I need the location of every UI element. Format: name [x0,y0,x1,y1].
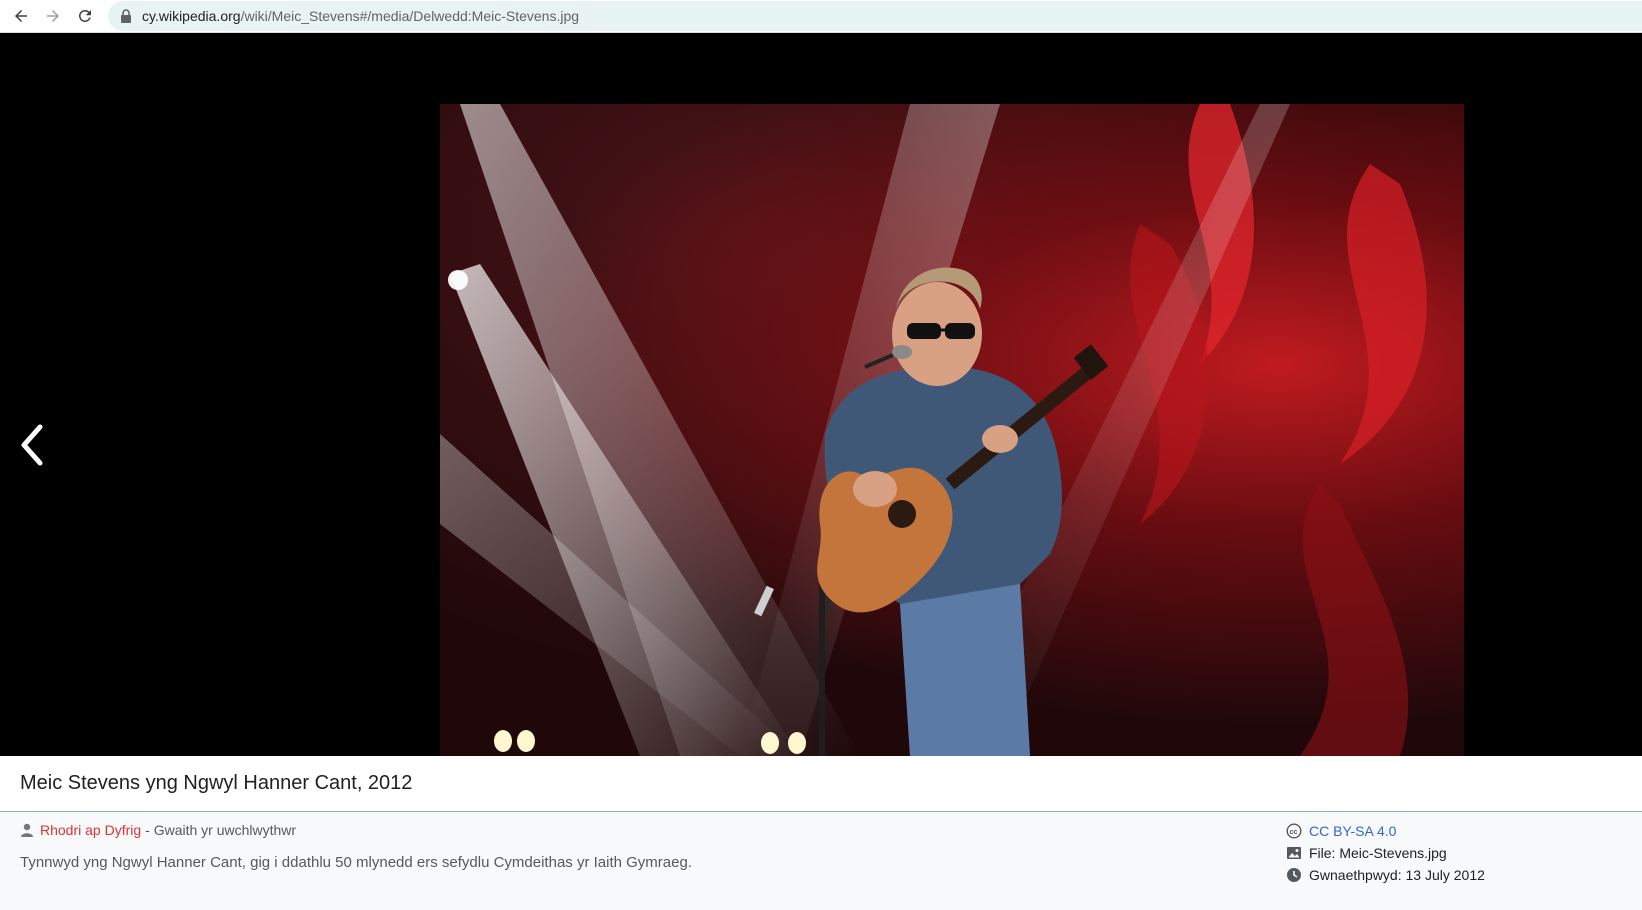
media-description: Tynnwyd yng Ngwyl Hanner Cant, gig i dda… [20,854,692,871]
file-name: File: Meic-Stevens.jpg [1309,845,1447,861]
cc-icon: cc [1286,823,1302,839]
url-path: /wiki/Meic_Stevens#/media/Delwedd:Meic-S… [240,8,580,24]
address-bar[interactable]: cy.wikipedia.org/wiki/Meic_Stevens#/medi… [108,1,1642,31]
media-title: Meic Stevens yng Ngwyl Hanner Cant, 2012 [20,772,413,794]
author-role: - Gwaith yr uwchlwythwr [145,822,297,838]
media-metadata: Rhodri ap Dyfrig - Gwaith yr uwchlwythwr… [0,812,1642,910]
image-file-icon [1287,847,1301,859]
media-viewer [0,33,1642,756]
concert-photo [440,104,1464,756]
media-details: cc CC BY-SA 4.0 File: Meic-Stevens.jpg G… [1286,820,1485,886]
browser-toolbar: cy.wikipedia.org/wiki/Meic_Stevens#/medi… [0,0,1642,33]
previous-image-button[interactable] [16,423,46,467]
chevron-left-icon [21,424,43,466]
date-created: Gwnaethpwyd: 13 July 2012 [1309,867,1485,883]
author-row: Rhodri ap Dyfrig - Gwaith yr uwchlwythwr [20,822,296,838]
back-button[interactable] [9,4,33,28]
file-row: File: Meic-Stevens.jpg [1286,842,1485,864]
lock-icon [121,9,131,23]
user-icon [21,823,33,837]
reload-icon [78,9,91,22]
url-host: cy.wikipedia.org [142,8,241,24]
photo-illustration [440,104,1427,756]
forward-button[interactable] [41,4,65,28]
clock-icon [1287,868,1301,882]
author-link[interactable]: Rhodri ap Dyfrig [40,822,141,838]
license-link[interactable]: CC BY-SA 4.0 [1309,823,1396,839]
url-text: cy.wikipedia.org/wiki/Meic_Stevens#/medi… [142,8,579,24]
back-arrow-icon [15,10,27,22]
date-row: Gwnaethpwyd: 13 July 2012 [1286,864,1485,886]
svg-text:cc: cc [1290,829,1298,836]
forward-arrow-icon [47,10,59,22]
reload-button[interactable] [73,4,97,28]
license-row: cc CC BY-SA 4.0 [1286,820,1485,842]
media-title-bar: Meic Stevens yng Ngwyl Hanner Cant, 2012 [0,756,1642,812]
